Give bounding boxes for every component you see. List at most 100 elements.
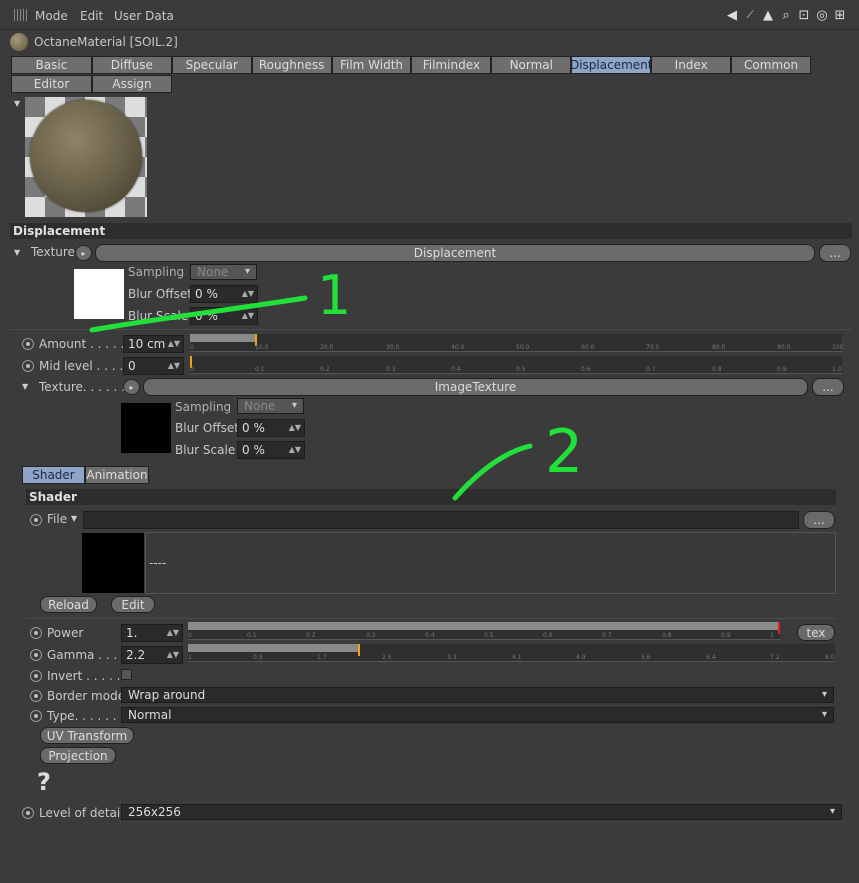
- shader-preview-text: ----: [149, 556, 167, 570]
- power-label: Power: [47, 626, 84, 640]
- tab-common[interactable]: Common: [731, 56, 812, 74]
- mid-level-field[interactable]: 0 ▲▼: [123, 357, 184, 375]
- search-icon[interactable]: ⌕: [779, 7, 793, 23]
- lod-dropdown[interactable]: 256x256: [121, 804, 842, 820]
- slider-tick-label: 0.9: [253, 654, 263, 661]
- slider-tick-label: 0.7: [602, 632, 612, 639]
- power-slider[interactable]: 0 0.1 0.2 0.3 0.4 0.5 0.6 0.7 0.8 0.9 1: [188, 622, 780, 640]
- mid-level-slider[interactable]: 0 0.1 0.2 0.3 0.4 0.5 0.6 0.7 0.8 0.9 1.0: [190, 356, 842, 374]
- power-field[interactable]: 1. ▲▼: [121, 624, 183, 642]
- target-icon[interactable]: ◎: [815, 7, 829, 23]
- tab-specular[interactable]: Specular: [171, 56, 252, 74]
- sampling2-label: Sampling: [175, 400, 232, 414]
- menu-mode[interactable]: Mode: [35, 9, 68, 23]
- shader-section-title: Shader: [26, 489, 836, 505]
- uv-transform-button[interactable]: UV Transform: [40, 727, 134, 744]
- back-arrow-icon[interactable]: ◀: [725, 7, 739, 23]
- mid-level-value: 0: [128, 359, 136, 373]
- sampling-dropdown[interactable]: None: [190, 264, 257, 280]
- blur-offset-field[interactable]: 0 % ▲▼: [190, 285, 258, 303]
- blur-scale2-value: 0 %: [242, 443, 265, 457]
- border-mode-dropdown[interactable]: Wrap around: [121, 687, 834, 703]
- blur-scale2-field[interactable]: 0 % ▲▼: [237, 441, 305, 459]
- slider-tick-label: 90.0: [777, 344, 791, 351]
- lock-icon[interactable]: ⊡: [797, 7, 811, 23]
- blur-scale-field[interactable]: 0 % ▲▼: [190, 307, 258, 325]
- tab-editor[interactable]: Editor: [11, 75, 92, 93]
- tab-assign[interactable]: Assign: [92, 75, 172, 93]
- amount-radio[interactable]: [22, 338, 34, 350]
- mid-level-radio[interactable]: [22, 360, 34, 372]
- blur-offset-value: 0 %: [195, 287, 218, 301]
- invert-checkbox[interactable]: [121, 669, 132, 680]
- sampling2-dropdown[interactable]: None: [237, 398, 304, 414]
- texture2-more-button[interactable]: ...: [812, 378, 844, 396]
- texture2-expand-icon[interactable]: ▼: [22, 382, 28, 391]
- invert-radio[interactable]: [30, 670, 42, 682]
- type-radio[interactable]: [30, 710, 42, 722]
- slider-tick-label: 0.6: [543, 632, 553, 639]
- forward-arrow-icon[interactable]: ⟋: [743, 7, 757, 23]
- grip-icon[interactable]: [14, 9, 28, 21]
- tab-index[interactable]: Index: [651, 56, 732, 74]
- amount-slider[interactable]: 0 10.0 20.0 30.0 40.0 50.0 60.0 70.0 80.0 90.0 100: [190, 334, 843, 352]
- texture-expand-icon[interactable]: ▼: [14, 248, 20, 257]
- gamma-radio[interactable]: [30, 649, 42, 661]
- slider-tick-label: 0: [188, 632, 192, 639]
- edit-button[interactable]: Edit: [111, 596, 155, 613]
- texture2-play-button[interactable]: ▸: [123, 379, 140, 395]
- tex-button[interactable]: tex: [797, 624, 835, 641]
- blur-offset2-value: 0 %: [242, 421, 265, 435]
- menu-edit[interactable]: Edit: [80, 9, 103, 23]
- reload-button[interactable]: Reload: [40, 596, 97, 613]
- slider-tick-label: 0.1: [247, 632, 257, 639]
- border-mode-radio[interactable]: [30, 690, 42, 702]
- tab-normal[interactable]: Normal: [491, 56, 572, 74]
- amount-field[interactable]: 10 cm ▲▼: [123, 335, 184, 353]
- tab-basic[interactable]: Basic: [11, 56, 92, 74]
- type-dropdown[interactable]: Normal: [121, 707, 834, 723]
- tab-roughness[interactable]: Roughness: [251, 56, 332, 74]
- texture-play-button[interactable]: ▸: [75, 245, 92, 261]
- menu-user-data[interactable]: User Data: [114, 9, 174, 23]
- help-icon[interactable]: ?: [37, 768, 51, 796]
- tab-displacement[interactable]: Displacement: [570, 56, 652, 74]
- slider-tick-label: 40.0: [451, 344, 465, 351]
- add-icon[interactable]: ⊞: [833, 7, 847, 23]
- blur-offset-label: Blur Offset: [128, 287, 192, 301]
- tab-film-width[interactable]: Film Width: [331, 56, 412, 74]
- shader-preview-panel: [145, 532, 836, 594]
- gamma-slider-fill: [188, 644, 358, 652]
- power-value: 1.: [126, 626, 138, 640]
- lod-label: Level of details: [39, 806, 130, 820]
- pointer-icon[interactable]: ▲: [761, 7, 775, 23]
- slider-tick-label: 0.4: [451, 366, 461, 373]
- slider-tick-label: 80.0: [712, 344, 726, 351]
- slider-tick-label: 0.9: [721, 632, 731, 639]
- divider-2: [26, 618, 836, 619]
- displacement-texture-button[interactable]: Displacement: [95, 244, 815, 262]
- texture-more-button[interactable]: ...: [819, 244, 851, 262]
- file-radio[interactable]: [30, 514, 42, 526]
- tab-diffuse[interactable]: Diffuse: [91, 56, 172, 74]
- file-browse-button[interactable]: ...: [803, 511, 835, 529]
- top-icons: ◀ ⟋ ▲ ⌕ ⊡ ◎ ⊞: [725, 7, 847, 23]
- projection-button[interactable]: Projection: [40, 747, 116, 764]
- collapse-arrow-icon[interactable]: ▼: [14, 99, 20, 108]
- displacement-section-title: Displacement: [10, 223, 852, 239]
- lod-radio[interactable]: [22, 807, 34, 819]
- file-dropdown-icon[interactable]: ▼: [71, 514, 77, 523]
- gamma-field[interactable]: 2.2 ▲▼: [121, 646, 183, 664]
- image-texture-button[interactable]: ImageTexture: [143, 378, 808, 396]
- slider-tick-label: 0.1: [255, 366, 265, 373]
- amount-slider-fill: [190, 334, 255, 342]
- power-radio[interactable]: [30, 627, 42, 639]
- tab-filmindex[interactable]: Filmindex: [411, 56, 492, 74]
- gamma-slider[interactable]: 1 0.9 1.7 2.5 3.3 4.1 4.9 5.6 6.4 7.2 8.0: [188, 644, 835, 662]
- slider-tick-label: 2.5: [382, 654, 392, 661]
- blur-offset2-field[interactable]: 0 % ▲▼: [237, 419, 305, 437]
- subtab-shader[interactable]: Shader: [22, 466, 85, 484]
- subtab-animation[interactable]: Animation: [85, 466, 149, 484]
- file-path-field[interactable]: [83, 511, 799, 529]
- tab-row-1: Basic Diffuse Specular Roughness Film Wi…: [11, 56, 812, 74]
